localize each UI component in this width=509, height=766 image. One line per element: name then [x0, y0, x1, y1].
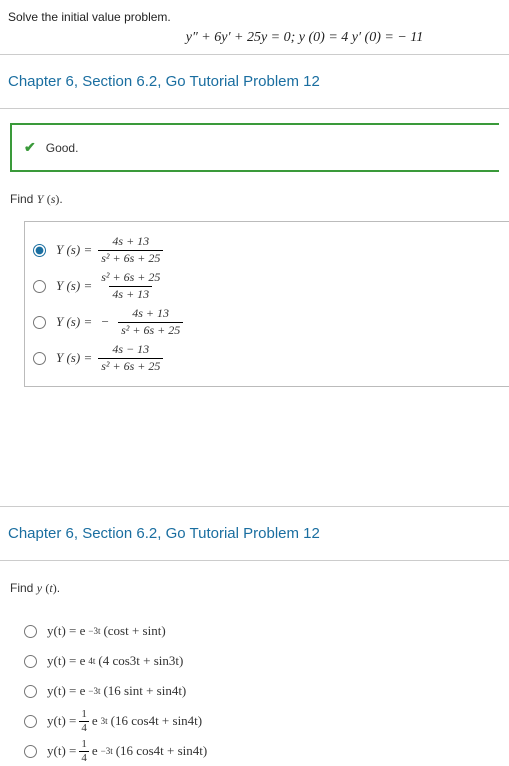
find-label-1: Find Y (s).	[10, 192, 63, 206]
option-row[interactable]: y(t) = e4t (4 cos3t + sin3t)	[24, 646, 509, 676]
option-math: Y (s) = s² + 6s + 25 4s + 13	[56, 271, 163, 300]
option-row[interactable]: y(t) = 14 e3t (16 cos4t + sin4t)	[24, 706, 509, 736]
radio-y1-opt3[interactable]	[33, 316, 46, 329]
option-row[interactable]: y(t) = e−3t (16 sint + sin4t)	[24, 676, 509, 706]
radio-y1-opt4[interactable]	[33, 352, 46, 365]
radio-y2-opt2[interactable]	[24, 655, 37, 668]
option-row[interactable]: Y (s) = 4s + 13 s² + 6s + 25	[33, 232, 497, 268]
option-math: y(t) = e−3t (16 sint + sin4t)	[47, 683, 186, 699]
option-row[interactable]: y(t) = 14 e−3t (16 cos4t + sin4t)	[24, 736, 509, 766]
prompt-text: Solve the initial value problem.	[8, 10, 501, 24]
option-row[interactable]: Y (s) = − 4s + 13 s² + 6s + 25	[33, 304, 497, 340]
option-math: y(t) = e4t (4 cos3t + sin3t)	[47, 653, 183, 669]
find-label-2: Find y (t).	[10, 581, 60, 595]
section-header-1: Chapter 6, Section 6.2, Go Tutorial Prob…	[0, 55, 509, 109]
option-math: y(t) = 14 e−3t (16 cos4t + sin4t)	[47, 738, 207, 763]
option-row[interactable]: Y (s) = s² + 6s + 25 4s + 13	[33, 268, 497, 304]
radio-y2-opt1[interactable]	[24, 625, 37, 638]
option-math: y(t) = e−3t (cost + sint)	[47, 623, 166, 639]
find-line-2: Find y (t).	[0, 561, 509, 610]
spacer	[0, 387, 509, 507]
radio-y1-opt1[interactable]	[33, 244, 46, 257]
section-header-2: Chapter 6, Section 6.2, Go Tutorial Prob…	[0, 507, 509, 561]
option-math: Y (s) = − 4s + 13 s² + 6s + 25	[56, 307, 183, 336]
option-math: Y (s) = 4s + 13 s² + 6s + 25	[56, 235, 163, 264]
option-row[interactable]: y(t) = e−3t (cost + sint)	[24, 616, 509, 646]
check-icon: ✔	[24, 139, 36, 156]
radio-y2-opt4[interactable]	[24, 715, 37, 728]
option-row[interactable]: Y (s) = 4s − 13 s² + 6s + 25	[33, 340, 497, 376]
option-math: Y (s) = 4s − 13 s² + 6s + 25	[56, 343, 163, 372]
radio-y1-opt2[interactable]	[33, 280, 46, 293]
find-line-1: Find Y (s).	[0, 172, 509, 221]
options-list-2: y(t) = e−3t (cost + sint) y(t) = e4t (4 …	[0, 610, 509, 766]
feedback-box: ✔ Good.	[10, 123, 499, 172]
problem-prompt: Solve the initial value problem. y″ + 6y…	[0, 0, 509, 55]
prompt-equation: y″ + 6y′ + 25y = 0; y (0) = 4 y′ (0) = −…	[8, 30, 501, 46]
radio-y2-opt5[interactable]	[24, 745, 37, 758]
option-math: y(t) = 14 e3t (16 cos4t + sin4t)	[47, 708, 202, 733]
options-box-1: Y (s) = 4s + 13 s² + 6s + 25 Y (s) = s² …	[24, 221, 509, 387]
feedback-text: Good.	[46, 141, 79, 155]
radio-y2-opt3[interactable]	[24, 685, 37, 698]
